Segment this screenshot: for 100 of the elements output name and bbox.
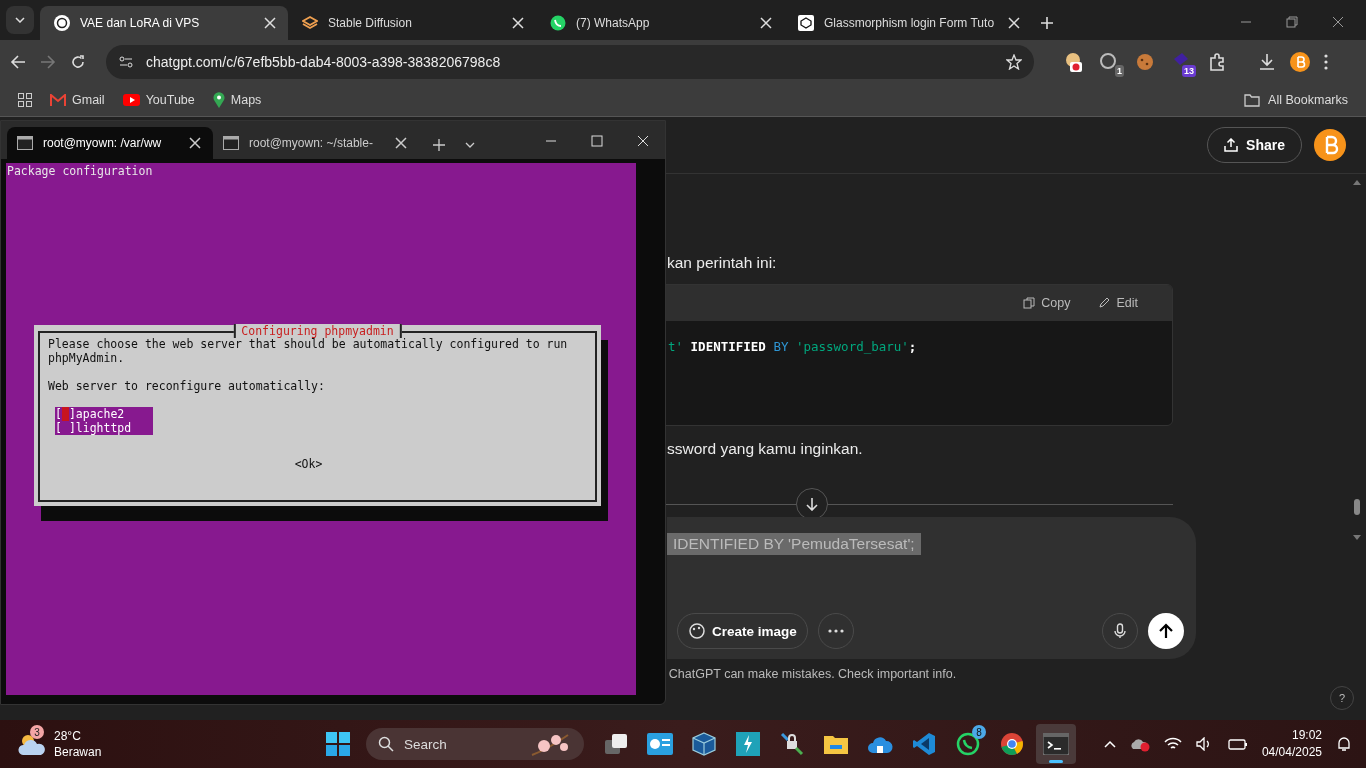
address-bar[interactable]: chatgpt.com/c/67efb5bb-dab4-8003-a398-3838206798c8: [106, 45, 1034, 79]
count-badge: 13: [1182, 65, 1196, 77]
message-text: ssword yang kamu inginkan.: [667, 440, 864, 458]
forward-arrow-icon[interactable]: [40, 54, 56, 70]
chevron-down-icon: [15, 17, 25, 23]
chevron-up-icon[interactable]: [1103, 740, 1116, 748]
count-badge: 8: [972, 725, 986, 739]
battery-icon[interactable]: [1227, 737, 1248, 751]
message-input[interactable]: IDENTIFIED BY 'PemudaTersesat'; Create image: [667, 517, 1196, 659]
terminal-tab[interactable]: root@myown: ~/stable-: [213, 127, 419, 159]
taskbar-app[interactable]: [1036, 724, 1076, 764]
bookmark-link[interactable]: Maps: [212, 92, 262, 108]
back-arrow-icon[interactable]: [10, 54, 26, 70]
dialog-message-line: Please choose the web server that should be automatically configured to run: [48, 337, 569, 351]
cloud-error-icon[interactable]: [1129, 736, 1150, 752]
browser-icon[interactable]: [1000, 732, 1024, 756]
microphone-icon: [1114, 623, 1126, 639]
new-tab-icon[interactable]: [1040, 16, 1054, 30]
code-line: t' IDENTIFIED BY 'password_baru';: [668, 339, 917, 354]
down-arrow-icon: [805, 497, 819, 511]
windows-stack-icon[interactable]: [604, 733, 628, 755]
server-option[interactable]: [ ]lighttpd: [55, 421, 153, 435]
code-editor-icon[interactable]: [912, 732, 936, 756]
maximize-icon[interactable]: [591, 135, 603, 147]
url-text: chatgpt.com/c/67efb5bb-dab4-8003-a398-3838206798c8: [146, 54, 502, 70]
close-icon[interactable]: [262, 15, 278, 31]
screen-title: Package configuration: [6, 164, 154, 178]
tab-title: Stable Diffusion: [328, 16, 413, 30]
apps-grid-icon[interactable]: [18, 93, 32, 107]
send-button[interactable]: [1148, 613, 1184, 649]
folder-icon: [1244, 93, 1261, 107]
ok-button[interactable]: <Ok>: [294, 457, 323, 471]
alert-badge: 3: [30, 725, 44, 739]
map-pin-icon: [212, 92, 225, 108]
reload-icon[interactable]: [70, 54, 86, 70]
search-box[interactable]: Search: [366, 728, 584, 760]
download-icon[interactable]: [1258, 53, 1276, 71]
lock-arrows-icon[interactable]: [780, 732, 804, 756]
edit-button[interactable]: Edit: [1098, 296, 1138, 310]
dialog-prompt: Web server to reconfigure automatically:: [48, 379, 326, 393]
more-icon: [827, 629, 844, 633]
folder-icon[interactable]: [823, 733, 849, 755]
console-icon: [17, 136, 33, 150]
selected-text: IDENTIFIED BY 'PemudaTersesat';: [667, 533, 921, 555]
layers-icon: [302, 15, 318, 31]
disclaimer-text: ChatGPT can make mistakes. Check important info.: [667, 667, 958, 681]
terminal-tab[interactable]: root@myown: /var/ww: [7, 127, 213, 159]
star-icon[interactable]: [1006, 54, 1022, 70]
search-icon: [378, 736, 394, 752]
pencil-icon: [1098, 297, 1111, 309]
notification-bell-icon[interactable]: [1336, 736, 1352, 752]
chat-logo-icon: [54, 15, 70, 31]
count-badge: 1: [1115, 65, 1124, 77]
close-icon[interactable]: [187, 135, 203, 151]
mail-icon: [50, 94, 66, 106]
browser-tab[interactable]: Glassmorphism login Form Tuto: [784, 6, 1032, 40]
site-settings-icon[interactable]: [118, 54, 134, 70]
server-option[interactable]: [ ]apache2: [55, 407, 153, 421]
upload-icon: [1224, 138, 1239, 152]
close-icon[interactable]: [1332, 16, 1344, 28]
profile-avatar-icon[interactable]: [1290, 52, 1310, 72]
tab-search-button[interactable]: [6, 6, 34, 34]
tab-title: VAE dan LoRA di VPS: [80, 16, 201, 30]
taskbar-app[interactable]: 8: [948, 724, 988, 764]
clock[interactable]: 19:02 04/04/2025: [1261, 727, 1322, 761]
tab-title: Glassmorphism login Form Tuto: [824, 16, 996, 30]
dialog-title: Configuring phpmyadmin: [233, 324, 402, 338]
scroll-down-button[interactable]: [796, 488, 828, 520]
temperature: 28°C: [54, 728, 82, 744]
close-icon[interactable]: [393, 135, 409, 151]
tab-title: root@myown: ~/stable-: [249, 136, 374, 150]
weather-condition: Berawan: [54, 744, 102, 760]
copy-button[interactable]: Copy: [1023, 296, 1071, 310]
console-icon: [223, 136, 239, 150]
close-icon[interactable]: [510, 15, 526, 31]
browser-tab[interactable]: VAE dan LoRA di VPS: [40, 6, 288, 40]
cube-icon[interactable]: [692, 732, 716, 756]
windows-logo-icon: [326, 732, 350, 756]
menu-icon[interactable]: [1324, 54, 1328, 70]
browser-tab[interactable]: (7) WhatsApp: [536, 6, 784, 40]
copy-icon: [1023, 297, 1036, 309]
message-text: kan perintah ini:: [667, 254, 778, 272]
bookmark-link[interactable]: YouTube: [122, 93, 195, 107]
wifi-icon[interactable]: [1163, 737, 1182, 751]
user-avatar-icon[interactable]: [1314, 129, 1346, 161]
new-tab-icon[interactable]: [433, 139, 445, 151]
browser-tab[interactable]: Stable Diffusion: [288, 6, 536, 40]
code-logo-icon: [798, 15, 814, 31]
close-icon[interactable]: [758, 15, 774, 31]
terminal-icon[interactable]: [1043, 733, 1069, 755]
dialog-message-line: phpMyAdmin.: [48, 351, 126, 365]
bookmark-link[interactable]: Gmail: [50, 93, 105, 107]
up-arrow-icon: [1158, 623, 1174, 639]
tab-title: root@myown: /var/ww: [43, 136, 163, 150]
chevron-down-icon[interactable]: [465, 142, 475, 148]
tab-title: (7) WhatsApp: [576, 16, 651, 30]
close-icon[interactable]: [1006, 15, 1022, 31]
restore-icon[interactable]: [1286, 16, 1298, 28]
all-bookmarks-button[interactable]: All Bookmarks: [1244, 93, 1348, 107]
whatsapp-icon: [550, 15, 566, 31]
